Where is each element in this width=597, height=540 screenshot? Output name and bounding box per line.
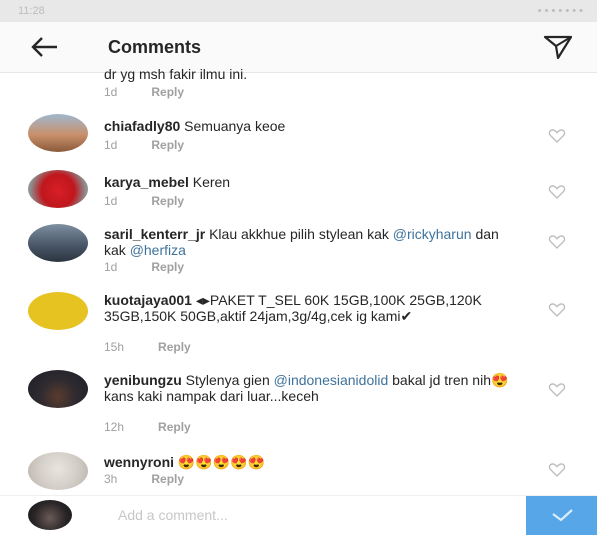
comment-username[interactable]: yenibungzu [104,372,182,388]
comment-text: wennyroni 😍😍😍😍😍 [104,454,266,470]
comment-text: dr yg msh fakir ilmu ini. [104,66,248,82]
comment-username[interactable]: chiafadly80 [104,118,180,134]
comment-item: chiafadly80 Semuanya keoe 1d Reply [0,114,597,164]
reply-link[interactable]: Reply [151,260,184,274]
avatar[interactable] [28,452,88,490]
reply-link[interactable]: Reply [151,85,184,99]
comment-time: 3h [104,472,118,486]
arrow-left-icon[interactable] [30,34,60,60]
reply-link[interactable]: Reply [151,194,184,208]
comment-item: kuotajaya001 ◂▸PAKET T_SEL 60K 15GB,100K… [0,288,597,368]
avatar[interactable] [28,170,88,208]
comment-time: 15h [104,340,125,354]
comment-text: karya_mebel Keren [104,174,231,190]
comment-meta: 12h Reply [104,420,191,434]
comment-composer [0,495,597,535]
avatar[interactable] [28,114,88,152]
mention-link[interactable]: @herfiza [130,242,186,258]
comment-item: wennyroni 😍😍😍😍😍 3h Reply [0,452,597,495]
heart-icon[interactable] [548,184,566,200]
comment-time: 1d [104,260,118,274]
reply-link[interactable]: Reply [151,138,184,152]
comment-username[interactable]: saril_kenterr_jr [104,226,205,242]
mention-link[interactable]: @rickyharun [393,226,472,242]
comment-meta: 3h Reply [104,472,184,486]
comment-item: yenibungzu Stylenya gien @indonesianidol… [0,370,597,450]
comment-input[interactable] [118,507,498,523]
reply-link[interactable]: Reply [151,472,184,486]
comment-text: chiafadly80 Semuanya keoe [104,118,286,134]
avatar [28,500,72,530]
comment-time: 1d [104,138,118,152]
comment-username[interactable]: wennyroni [104,454,174,470]
paper-plane-icon[interactable] [543,34,573,60]
comment-item: dr yg msh fakir ilmu ini. 1d Reply [0,62,597,102]
avatar[interactable] [28,370,88,408]
heart-icon[interactable] [548,382,566,398]
comment-meta: 1d Reply [104,85,184,99]
comment-text: yenibungzu Stylenya gien @indonesianidol… [104,372,509,404]
comment-text: saril_kenterr_jr Klau akkhue pilih style… [104,226,499,258]
comment-meta: 1d Reply [104,194,184,208]
status-bar: 11:28 • • • • • • • [0,0,597,22]
avatar[interactable] [28,292,88,330]
reply-link[interactable]: Reply [158,340,191,354]
checkmark-icon [552,509,573,522]
heart-icon[interactable] [548,302,566,318]
reply-link[interactable]: Reply [158,420,191,434]
heart-icon[interactable] [548,462,566,478]
comment-time: 1d [104,194,118,208]
heart-icon[interactable] [548,234,566,250]
comment-text: kuotajaya001 ◂▸PAKET T_SEL 60K 15GB,100K… [104,292,482,324]
comment-username[interactable]: kuotajaya001 [104,292,192,308]
comment-list[interactable]: dr yg msh fakir ilmu ini. 1d Reply chiafa… [0,62,597,495]
comment-username[interactable]: karya_mebel [104,174,189,190]
page-title: Comments [108,37,202,57]
post-button[interactable] [526,496,597,535]
comment-meta: 15h Reply [104,340,191,354]
avatar[interactable] [28,224,88,262]
comment-item: karya_mebel Keren 1d Reply [0,170,597,220]
comment-time: 1d [104,85,118,99]
comment-meta: 1d Reply [104,260,184,274]
heart-icon[interactable] [548,128,566,144]
status-icons: • • • • • • • [537,5,583,17]
comment-meta: 1d Reply [104,138,184,152]
comment-time: 12h [104,420,125,434]
mention-link[interactable]: @indonesianidolid [274,372,389,388]
status-time: 11:28 [18,5,45,17]
comment-item: saril_kenterr_jr Klau akkhue pilih style… [0,222,597,288]
